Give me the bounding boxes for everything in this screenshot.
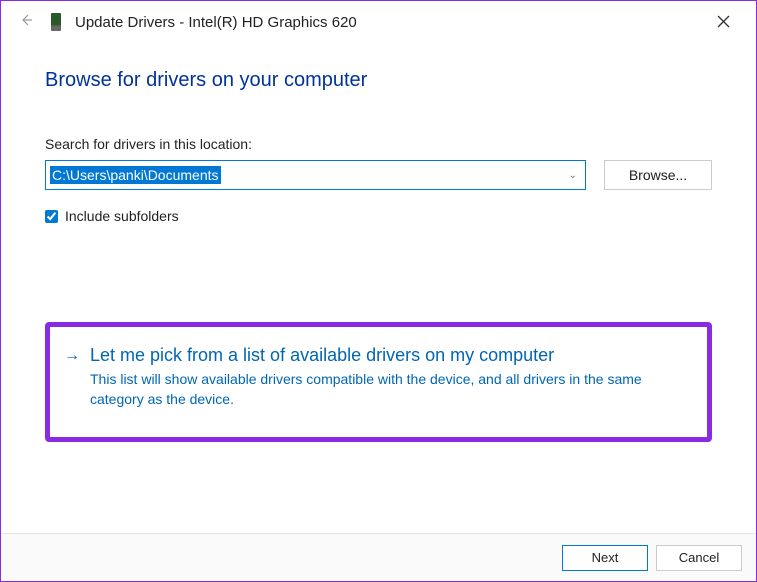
device-icon bbox=[51, 13, 61, 31]
option-title: Let me pick from a list of available dri… bbox=[90, 345, 650, 366]
chevron-down-icon: ⌄ bbox=[569, 170, 577, 181]
path-row: C:\Users\panki\Documents ⌄ Browse... bbox=[45, 160, 712, 190]
back-button[interactable] bbox=[15, 9, 37, 35]
include-subfolders-row[interactable]: Include subfolders bbox=[45, 208, 712, 224]
window-title: Update Drivers - Intel(R) HD Graphics 62… bbox=[75, 14, 357, 31]
pick-from-list-option[interactable]: → Let me pick from a list of available d… bbox=[45, 322, 712, 442]
include-subfolders-label: Include subfolders bbox=[65, 208, 179, 224]
back-arrow-icon bbox=[19, 13, 33, 27]
header-row: Update Drivers - Intel(R) HD Graphics 62… bbox=[1, 1, 756, 35]
footer: Next Cancel bbox=[1, 533, 756, 581]
close-icon bbox=[717, 15, 730, 28]
arrow-right-icon: → bbox=[64, 347, 80, 409]
option-inner: → Let me pick from a list of available d… bbox=[64, 345, 693, 409]
path-combobox[interactable]: C:\Users\panki\Documents ⌄ bbox=[45, 160, 586, 190]
content-area: Browse for drivers on your computer Sear… bbox=[1, 35, 756, 442]
option-description: This list will show available drivers co… bbox=[90, 370, 650, 409]
search-location-label: Search for drivers in this location: bbox=[45, 136, 712, 152]
page-heading: Browse for drivers on your computer bbox=[45, 69, 712, 92]
cancel-button[interactable]: Cancel bbox=[656, 545, 742, 571]
browse-button[interactable]: Browse... bbox=[604, 160, 712, 190]
path-value: C:\Users\panki\Documents bbox=[50, 166, 221, 184]
include-subfolders-checkbox[interactable] bbox=[45, 210, 58, 223]
close-button[interactable] bbox=[709, 11, 738, 37]
next-button[interactable]: Next bbox=[562, 545, 648, 571]
